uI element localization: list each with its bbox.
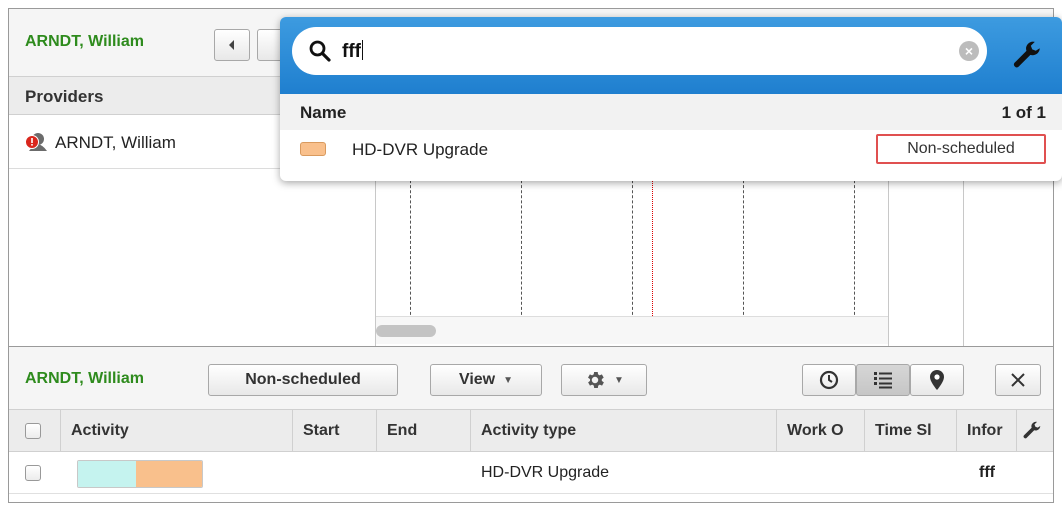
time-gridline [632,175,633,320]
select-all-cell [9,410,61,452]
select-all-checkbox[interactable] [25,423,41,439]
search-result-item[interactable]: HD-DVR Upgrade Non-scheduled [280,130,1062,170]
list-icon [874,372,892,389]
row-info: fff [979,464,995,481]
column-header-work-order[interactable]: Work O [777,410,865,452]
chevron-down-icon: ▼ [503,374,514,386]
list-view-button[interactable] [856,364,910,396]
scrollbar-thumb[interactable] [376,325,436,337]
column-header-end[interactable]: End [377,410,471,452]
search-input[interactable]: fff × [292,27,987,75]
provider-alert-icon [25,133,47,151]
map-pin-icon [930,370,944,390]
chevron-left-icon [229,40,234,50]
clock-icon [819,370,839,390]
time-gridline [854,175,855,320]
wrench-icon [1023,421,1041,439]
row-checkbox[interactable] [25,465,41,481]
view-button-label: View [458,371,496,388]
view-button[interactable]: View ▼ [430,364,542,396]
column-header-start[interactable]: Start [293,410,377,452]
row-activity-type: HD-DVR Upgrade [481,464,610,481]
prev-day-button[interactable] [214,29,250,61]
map-view-button[interactable] [910,364,964,396]
result-name: HD-DVR Upgrade [352,140,489,159]
time-gridline [743,175,744,320]
results-count: 1 of 1 [1001,103,1046,122]
search-results-header: Name 1 of 1 [280,94,1062,130]
search-icon [308,39,332,63]
chip-segment-orange [136,461,202,487]
bottom-provider-name: ARNDT, William [25,370,144,387]
settings-menu-button[interactable]: ▼ [561,364,647,396]
chevron-down-icon: ▼ [614,374,624,386]
time-view-button[interactable] [802,364,856,396]
column-header-activity-type[interactable]: Activity type [471,410,777,452]
clear-search-icon[interactable]: × [959,41,979,61]
activity-grid-header: Activity Start End Activity type Work O … [9,410,1053,452]
result-status-badge: Non-scheduled [876,134,1046,164]
gear-icon [588,372,604,388]
non-scheduled-button[interactable]: Non-scheduled [208,364,398,396]
search-bar: fff × [280,17,1062,94]
timeline-scrollbar[interactable] [376,316,888,344]
column-header-activity[interactable]: Activity [61,410,293,452]
current-time-line [652,175,653,320]
wrench-icon [1013,41,1040,67]
close-panel-button[interactable] [995,364,1041,396]
search-query-text: fff [342,40,363,62]
table-row[interactable]: HD-DVR Upgrade fff [9,452,1053,494]
close-icon [1011,373,1025,387]
search-settings-button[interactable] [992,17,1062,94]
top-provider-name: ARNDT, William [25,33,144,50]
bottom-toolbar: ARNDT, William Non-scheduled View ▼ ▼ [9,346,1053,410]
column-settings-button[interactable] [1021,420,1043,447]
activity-color-chip [77,460,203,488]
column-header-time-slot[interactable]: Time Sl [865,410,957,452]
provider-row-name: ARNDT, William [55,133,176,152]
activity-type-swatch [300,142,326,156]
column-header-info[interactable]: Infor [957,410,1017,452]
time-gridline [521,175,522,320]
search-popup: fff × Name 1 of 1 HD-DVR Upgrade Non-sch… [280,17,1062,181]
time-gridline [410,175,411,320]
chip-segment-cyan [78,461,136,487]
results-column-name: Name [300,103,347,122]
